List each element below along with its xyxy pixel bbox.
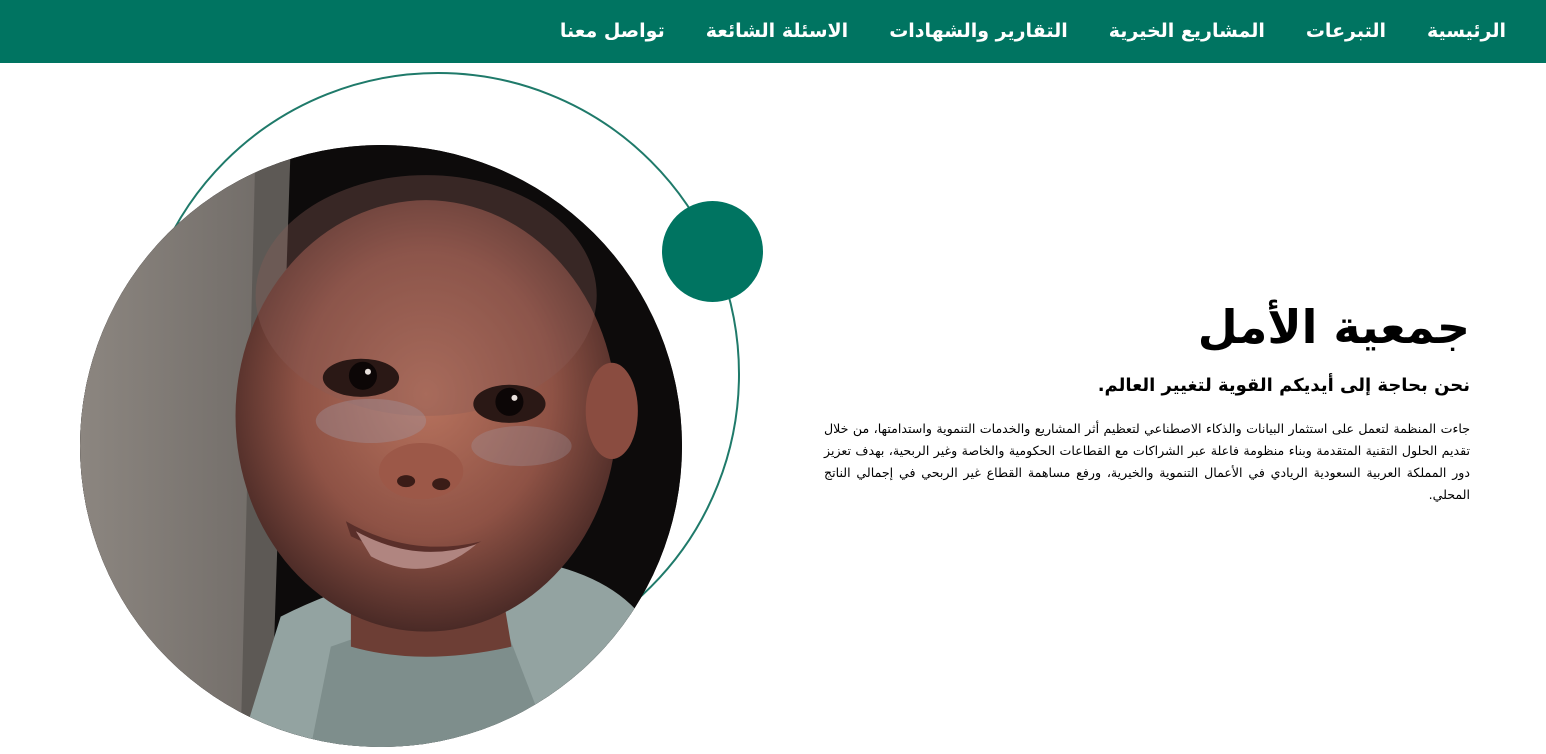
nav-item-home[interactable]: الرئيسية bbox=[1427, 22, 1506, 41]
hero-section: جمعية الأمل نحن بحاجة إلى أيديكم القوية … bbox=[770, 300, 1470, 506]
hero-description: جاءت المنظمة لتعمل على استثمار البيانات … bbox=[824, 421, 1470, 503]
nav-item-faq[interactable]: الاسئلة الشائعة bbox=[706, 22, 849, 41]
nav-item-donations[interactable]: التبرعات bbox=[1306, 22, 1386, 41]
nav-menu: الرئيسية التبرعات المشاريع الخيرية التقا… bbox=[560, 0, 1506, 63]
nav-item-charity-projects[interactable]: المشاريع الخيرية bbox=[1109, 22, 1265, 41]
top-navbar: الرئيسية التبرعات المشاريع الخيرية التقا… bbox=[0, 0, 1546, 63]
hero-title: جمعية الأمل bbox=[1197, 300, 1470, 354]
nav-item-contact-us[interactable]: تواصل معنا bbox=[560, 22, 665, 41]
child-portrait-photo bbox=[80, 145, 682, 747]
decor-accent-circle bbox=[662, 201, 763, 302]
hero-subtitle: نحن بحاجة إلى أيديكم القوية لتغيير العال… bbox=[1097, 375, 1470, 397]
nav-item-reports-certificates[interactable]: التقارير والشهادات bbox=[889, 22, 1068, 41]
photo-illustration bbox=[80, 145, 682, 747]
